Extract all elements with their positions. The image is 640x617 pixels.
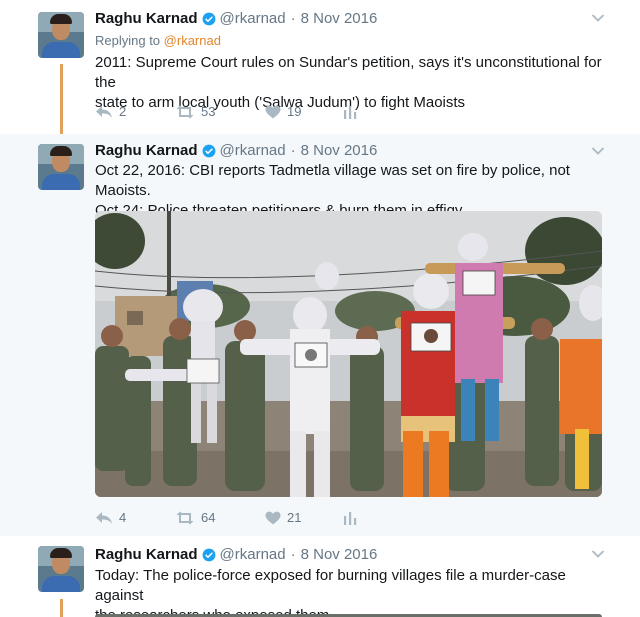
reply-button[interactable]: 4 [95,510,175,525]
author-name[interactable]: Raghu Karnad [95,142,198,159]
avatar[interactable] [38,144,84,190]
chevron-down-icon[interactable] [591,146,605,156]
author-handle[interactable]: @rkarnad [220,142,286,159]
verified-icon [202,548,215,561]
like-count: 19 [287,104,302,119]
tweet-actions: 4 64 21 [95,510,357,525]
like-count: 21 [287,510,302,525]
tweet-photo[interactable] [95,211,602,497]
avatar[interactable] [38,546,84,592]
retweet-button[interactable]: 53 [175,104,265,119]
effigy-photo-illustration [95,211,602,497]
tweet-date[interactable]: 8 Nov 2016 [301,10,378,27]
analytics-icon [344,511,357,525]
tweet-date[interactable]: 8 Nov 2016 [301,546,378,563]
tweet[interactable]: Raghu Karnad @rkarnad · 8 Nov 2016 Oct 2… [0,134,640,536]
reply-count: 2 [119,104,127,119]
tweet-date[interactable]: 8 Nov 2016 [301,142,378,159]
chevron-down-icon[interactable] [591,13,605,23]
replying-to: Replying to @rkarnad [95,33,221,48]
author-name[interactable]: Raghu Karnad [95,10,198,27]
tweet-text-line: Today: The police-force exposed for burn… [95,567,566,604]
separator-dot: · [290,142,296,159]
like-icon [265,105,281,118]
separator-dot: · [290,546,296,563]
separator-dot: · [290,10,296,27]
reply-button[interactable]: 2 [95,104,175,119]
tweet-text-line: Oct 22, 2016: CBI reports Tadmetla villa… [95,162,570,199]
retweet-icon [176,511,194,524]
verified-icon [202,12,215,25]
author-handle[interactable]: @rkarnad [220,10,286,27]
reply-icon [96,511,112,524]
retweet-count: 64 [201,510,216,525]
verified-icon [202,144,215,157]
chevron-down-icon[interactable] [591,549,605,559]
retweet-button[interactable]: 64 [175,510,265,525]
analytics-button[interactable] [343,105,357,119]
retweet-icon [176,105,194,118]
analytics-icon [344,105,357,119]
reply-count: 4 [119,510,127,525]
avatar[interactable] [38,12,84,58]
replying-prefix: Replying to [95,33,161,48]
reply-icon [96,105,112,118]
like-button[interactable]: 19 [265,104,343,119]
tweet[interactable]: Raghu Karnad @rkarnad · 8 Nov 2016 Reply… [0,0,640,134]
like-icon [265,511,281,524]
retweet-count: 53 [201,104,216,119]
replying-to-link[interactable]: @rkarnad [164,33,221,48]
like-button[interactable]: 21 [265,510,343,525]
author-name[interactable]: Raghu Karnad [95,546,198,563]
tweet[interactable]: Raghu Karnad @rkarnad · 8 Nov 2016 Today… [0,536,640,617]
tweet-actions: 2 53 19 [95,104,357,119]
tweet-text-line: 2011: Supreme Court rules on Sundar's pe… [95,54,602,91]
author-handle[interactable]: @rkarnad [220,546,286,563]
analytics-button[interactable] [343,511,357,525]
tweet-text: Today: The police-force exposed for burn… [95,566,610,617]
